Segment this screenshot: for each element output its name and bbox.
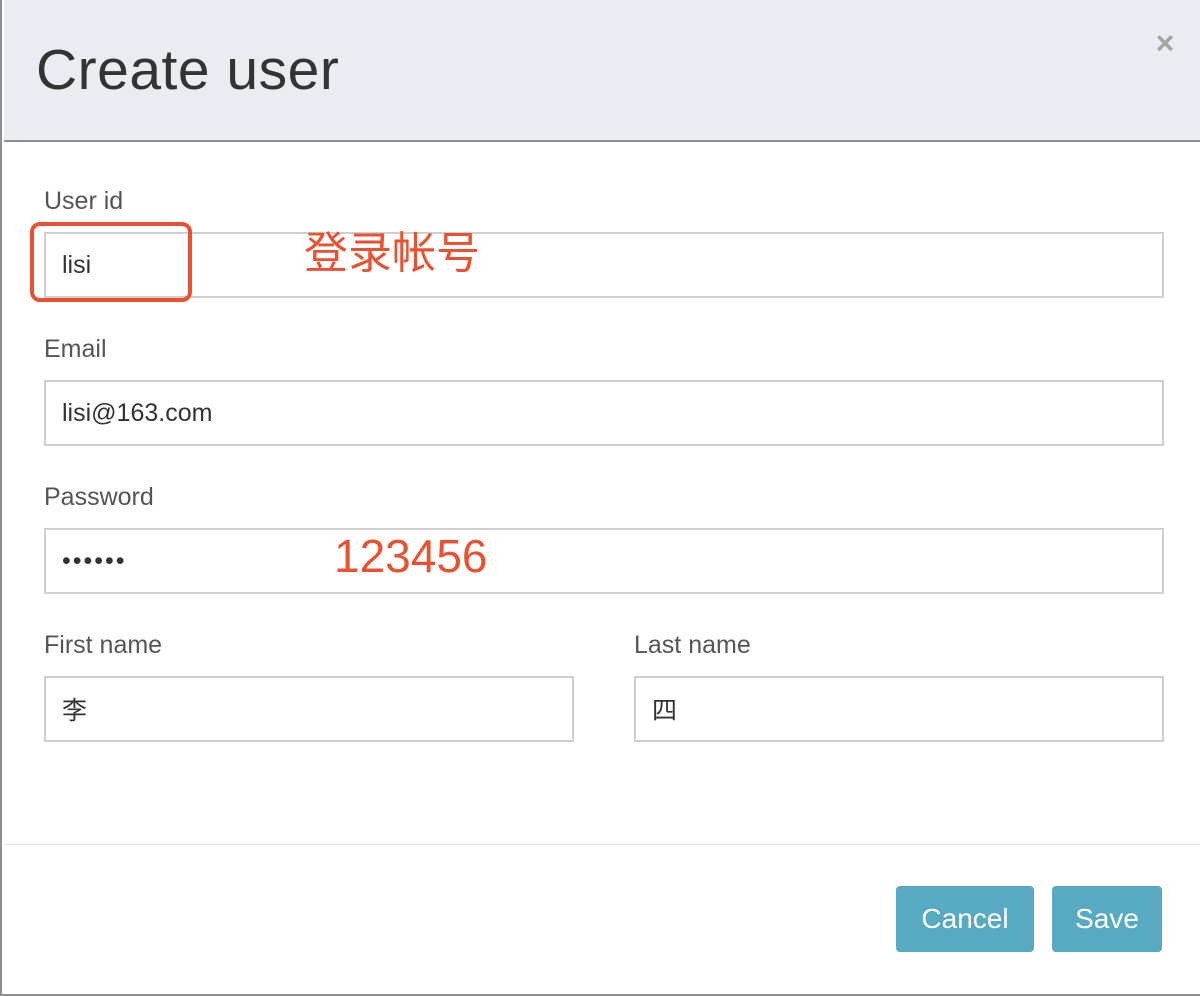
footer-divider xyxy=(4,844,1200,845)
user-id-label: User id xyxy=(44,187,124,215)
dialog-header: Create user × xyxy=(4,0,1200,142)
email-input[interactable] xyxy=(44,380,1164,446)
save-button[interactable]: Save xyxy=(1052,886,1162,952)
password-label: Password xyxy=(44,483,154,511)
close-icon[interactable]: × xyxy=(1148,26,1182,60)
last-name-input[interactable] xyxy=(634,676,1164,742)
password-input[interactable] xyxy=(44,528,1164,594)
first-name-input[interactable] xyxy=(44,676,574,742)
last-name-label: Last name xyxy=(634,631,751,659)
first-name-label: First name xyxy=(44,631,163,659)
email-label: Email xyxy=(44,335,107,363)
user-id-input[interactable] xyxy=(44,232,1164,298)
create-user-dialog: Create user × User id Email Password Fir… xyxy=(0,0,1200,996)
cancel-button[interactable]: Cancel xyxy=(896,886,1034,952)
dialog-title: Create user xyxy=(36,38,340,102)
